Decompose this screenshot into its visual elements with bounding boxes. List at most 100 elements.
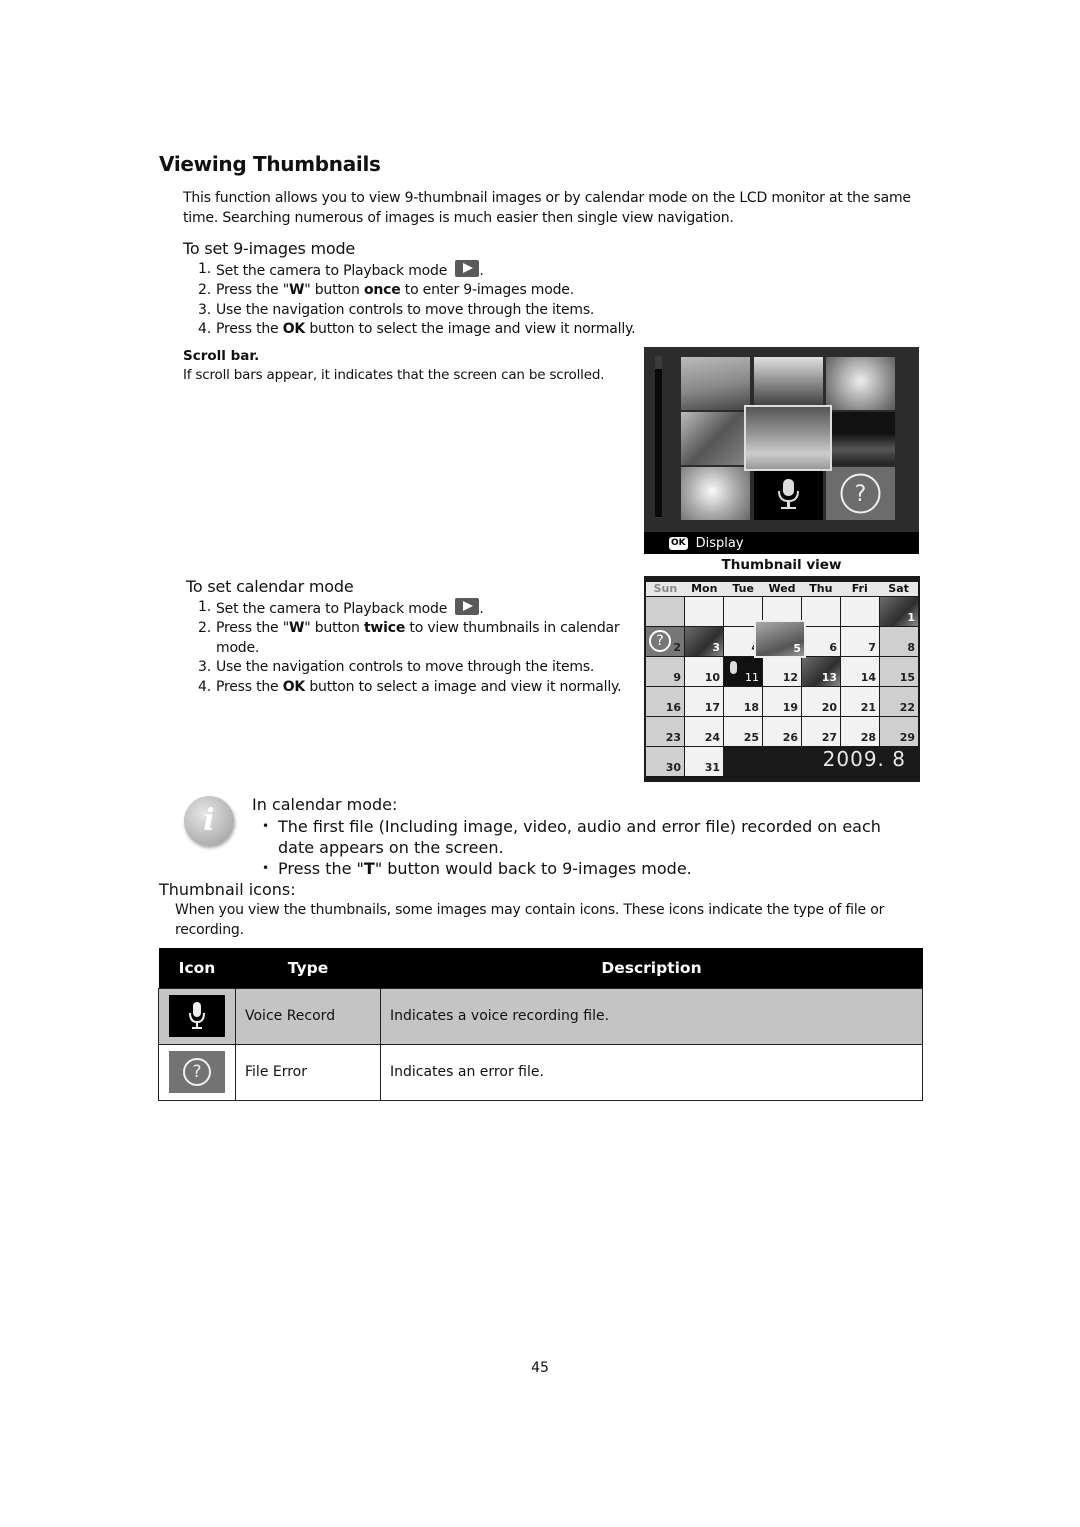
header-type: Type (235, 948, 381, 988)
calendar-day[interactable]: 25 (724, 717, 762, 746)
calendar-day[interactable]: 23 (646, 717, 684, 746)
thumbnail-voice (754, 467, 823, 520)
step-2: 2. Press the "W" button once to enter 9-i… (198, 282, 574, 299)
calendar-day[interactable]: 26 (763, 717, 801, 746)
day-number: 25 (743, 731, 759, 744)
note-list: • The first file (Including image, video,… (262, 816, 922, 879)
thumbnail-photo-selected (744, 405, 832, 471)
calendar-day[interactable]: 15 (880, 657, 918, 686)
day-number: 29 (899, 731, 915, 744)
thumbnail-photo (681, 412, 750, 465)
ok-badge-icon: OK (669, 536, 688, 550)
day-number: 7 (868, 641, 876, 654)
day-number: 9 (673, 671, 681, 684)
calendar-day[interactable]: 9 (646, 657, 684, 686)
day-number: 6 (829, 641, 837, 654)
calendar-day-empty (841, 597, 879, 626)
calendar-day[interactable]: 20 (802, 687, 840, 716)
thumbnail-file-error: ? (826, 467, 895, 520)
day-number: 20 (821, 701, 837, 714)
calendar-day[interactable]: 13 (802, 657, 840, 686)
calendar-day[interactable]: 1 (880, 597, 918, 626)
icon-table: Icon Type Description Voice Record Indic… (158, 948, 923, 1101)
calendar-day[interactable]: 8 (880, 627, 918, 656)
weekday-label: Fri (851, 582, 868, 595)
day-number: 8 (907, 641, 915, 654)
calendar-day[interactable]: 7 (841, 627, 879, 656)
nine-images-heading: To set 9-images mode (183, 239, 356, 258)
day-number: 3 (712, 641, 720, 654)
day-number: 2 (673, 641, 681, 654)
calendar-day-empty (802, 597, 840, 626)
thumbnail-view-caption: Thumbnail view (721, 557, 842, 573)
day-number: 12 (782, 671, 798, 684)
weekday-label: Sat (888, 582, 909, 595)
calendar-day[interactable]: 24 (685, 717, 723, 746)
display-label: Display (695, 535, 744, 551)
calendar-day[interactable]: 21 (841, 687, 879, 716)
day-number: 13 (821, 671, 837, 684)
calendar-day[interactable]: 17 (685, 687, 723, 716)
note-bullet: • The first file (Including image, video,… (262, 817, 881, 857)
calendar-day[interactable]: 30 (646, 747, 684, 776)
description-cell: Indicates a voice recording file. (380, 987, 923, 1045)
weekday-label: Mon (691, 582, 718, 595)
calendar-selected-thumbnail: 5 (754, 620, 806, 658)
step-4: 4. Press the OK button to select the imag… (198, 321, 636, 338)
day-number: 28 (860, 731, 876, 744)
weekday-label: Wed (768, 582, 796, 595)
calendar-day[interactable]: 10 (685, 657, 723, 686)
scroll-bar-title: Scroll bar. (183, 348, 260, 364)
day-number: 1 (907, 611, 915, 624)
day-number: 16 (665, 701, 681, 714)
thumbnail-view-screen: ? OK Display (644, 347, 919, 554)
description-cell: Indicates an error file. (380, 1043, 923, 1101)
thumbnail-icons-heading: Thumbnail icons: (159, 880, 296, 899)
lcd-footer: OK Display (644, 532, 919, 554)
calendar-day[interactable]: 22 (880, 687, 918, 716)
calendar-steps: 1. Set the camera to Playback mode . 2. Pr… (193, 598, 623, 697)
calendar-day[interactable]: 29 (880, 717, 918, 746)
calendar-day[interactable]: 28 (841, 717, 879, 746)
day-number: 17 (704, 701, 720, 714)
weekday-label: Sun (653, 582, 678, 595)
microphone-icon (730, 661, 737, 674)
calendar-day[interactable]: 16 (646, 687, 684, 716)
step-2: 2. Press the "W" button twice to view thu… (198, 620, 620, 656)
day-number: 14 (860, 671, 876, 684)
day-number: 26 (782, 731, 798, 744)
table-row: ? File Error Indicates an error file. (158, 1043, 923, 1101)
step-3: 3. Use the navigation controls to move th… (198, 659, 595, 676)
calendar-day[interactable]: ? 2 (646, 627, 684, 656)
thumbnail-photo (681, 467, 750, 520)
day-number: 23 (665, 731, 681, 744)
calendar-heading: To set calendar mode (186, 577, 354, 596)
weekday-label: Thu (809, 582, 833, 595)
calendar-day[interactable]: 19 (763, 687, 801, 716)
question-mark-icon: ? (840, 473, 881, 514)
day-number: 18 (743, 701, 759, 714)
day-number: 19 (782, 701, 798, 714)
calendar-day[interactable]: 27 (802, 717, 840, 746)
step-4: 4. Press the OK button to select a image … (198, 678, 622, 695)
calendar-day[interactable]: 31 (685, 747, 723, 776)
calendar-day[interactable]: 6 (802, 627, 840, 656)
page-title: Viewing Thumbnails (159, 152, 381, 176)
weekday-label: Tue (732, 582, 754, 595)
day-number: 24 (704, 731, 720, 744)
note-title: In calendar mode: (252, 795, 398, 814)
day-number: 30 (665, 761, 681, 774)
step-1: 1. Set the camera to Playback mode . (198, 260, 484, 279)
calendar-day[interactable]: 12 (763, 657, 801, 686)
calendar-day[interactable]: 3 (685, 627, 723, 656)
calendar-day[interactable]: 14 (841, 657, 879, 686)
calendar-day[interactable]: 11 (724, 657, 762, 686)
info-icon: i (184, 796, 234, 846)
day-number: 31 (704, 761, 720, 774)
day-number: 21 (860, 701, 876, 714)
thumbnail-photo (754, 357, 823, 410)
weekday-header: Sun Mon Tue Wed Thu Fri Sat (646, 582, 918, 596)
nine-images-steps: 1. Set the camera to Playback mode . 2. Pr… (193, 260, 663, 340)
calendar-day[interactable]: 18 (724, 687, 762, 716)
playback-icon (455, 260, 480, 277)
